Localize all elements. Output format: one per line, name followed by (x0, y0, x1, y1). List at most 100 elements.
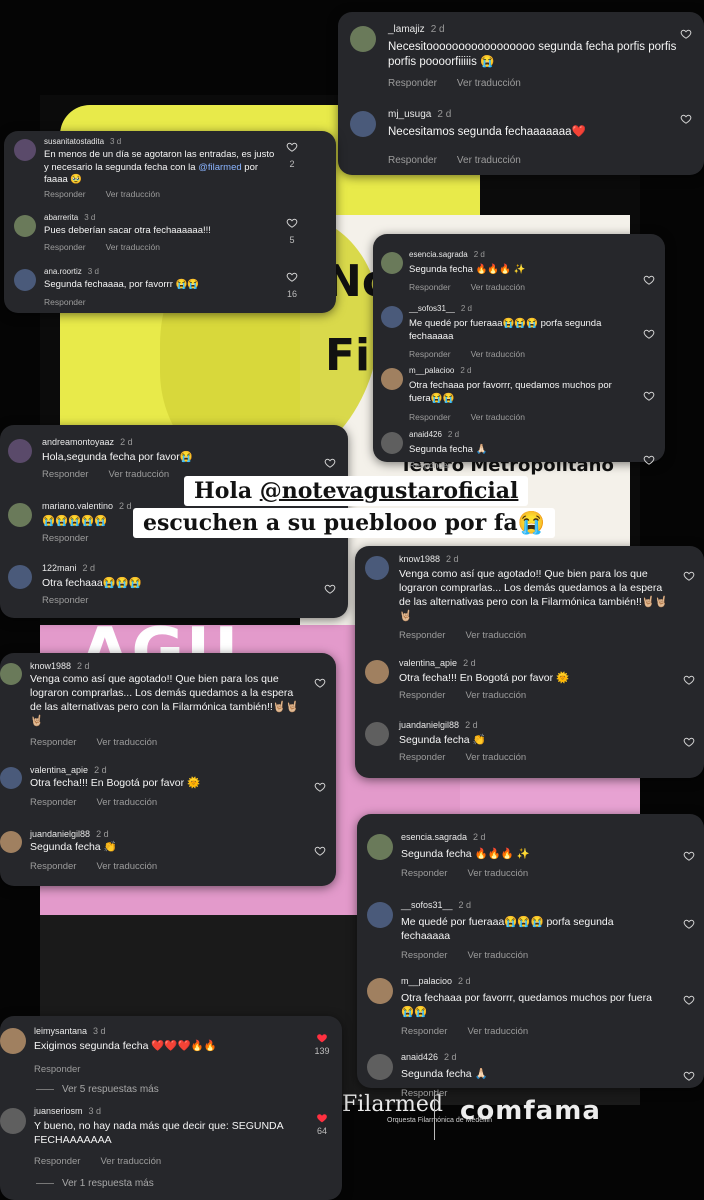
like-heart-icon[interactable] (314, 845, 326, 857)
like-heart-icon[interactable] (316, 1032, 328, 1044)
translate-button[interactable]: Ver traducción (465, 752, 526, 763)
like-heart-icon[interactable] (683, 850, 695, 862)
comment-username[interactable]: _lamajiz 2 d (388, 24, 445, 35)
like-heart-icon[interactable] (683, 736, 695, 748)
reply-button[interactable]: Responder (44, 189, 86, 199)
like-heart-icon[interactable] (324, 457, 336, 469)
username-text[interactable]: m__palacioo (401, 976, 452, 986)
like-heart-icon[interactable] (683, 570, 695, 582)
reply-button[interactable]: Responder (44, 242, 86, 252)
like-heart-icon[interactable] (683, 674, 695, 686)
avatar[interactable] (365, 556, 389, 580)
avatar[interactable] (0, 831, 22, 853)
comment-username[interactable]: __sofos31__ 2 d (401, 900, 471, 910)
avatar[interactable] (367, 902, 393, 928)
reply-button[interactable]: Responder (401, 950, 447, 961)
reply-button[interactable]: Responder (44, 297, 86, 307)
translate-button[interactable]: Ver traducción (457, 155, 521, 166)
comment-username[interactable]: m__palacioo 2 d (409, 366, 472, 375)
translate-button[interactable]: Ver traducción (96, 797, 157, 808)
avatar[interactable] (0, 663, 22, 685)
reply-button[interactable]: Responder (30, 797, 76, 808)
like-heart-icon[interactable] (314, 781, 326, 793)
comment-username[interactable]: susanitatostadita 3 d (44, 137, 121, 146)
banner-handle[interactable]: @notevagustaroficial (260, 478, 519, 504)
translate-button[interactable]: Ver traducción (471, 412, 525, 422)
reply-button[interactable]: Responder (401, 1088, 447, 1099)
avatar[interactable] (0, 1108, 26, 1134)
avatar[interactable] (381, 252, 403, 274)
reply-button[interactable]: Responder (30, 737, 76, 748)
username-text[interactable]: abarrerita (44, 213, 78, 222)
avatar[interactable] (8, 439, 32, 463)
username-text[interactable]: esencia.sagrada (401, 832, 467, 842)
reply-button[interactable]: Responder (409, 282, 451, 292)
comment-username[interactable]: juandanielgil88 2 d (399, 720, 478, 730)
view-more-replies[interactable]: Ver 1 respuesta más (36, 1178, 154, 1189)
translate-button[interactable]: Ver traducción (106, 242, 160, 252)
like-heart-icon[interactable] (680, 113, 692, 125)
comment-username[interactable]: valentina_apie 2 d (30, 765, 107, 775)
comment-username[interactable]: abarrerita 3 d (44, 213, 95, 222)
username-text[interactable]: mj_usuga (388, 109, 431, 120)
reply-button[interactable]: Responder (42, 533, 88, 544)
translate-button[interactable]: Ver traducción (471, 349, 525, 359)
username-text[interactable]: susanitatostadita (44, 137, 104, 146)
reply-button[interactable]: Responder (399, 690, 445, 701)
translate-button[interactable]: Ver traducción (106, 189, 160, 199)
avatar[interactable] (381, 432, 403, 454)
comment-username[interactable]: ana.roortiz 3 d (44, 267, 99, 276)
reply-button[interactable]: Responder (409, 349, 451, 359)
translate-button[interactable]: Ver traducción (96, 737, 157, 748)
avatar[interactable] (365, 660, 389, 684)
comment-username[interactable]: __sofos31__ 2 d (409, 304, 472, 313)
comment-username[interactable]: mariano.valentino 2 d (42, 501, 132, 511)
comment-username[interactable]: juandanielgil88 2 d (30, 829, 109, 839)
avatar[interactable] (14, 139, 36, 161)
like-heart-icon[interactable] (286, 141, 298, 153)
comment-username[interactable]: juanseriosm 3 d (34, 1106, 101, 1116)
username-text[interactable]: anaid426 (409, 430, 442, 439)
username-text[interactable]: 122mani (42, 563, 77, 573)
like-heart-icon[interactable] (324, 583, 336, 595)
reply-button[interactable]: Responder (34, 1064, 80, 1075)
like-heart-icon[interactable] (680, 28, 692, 40)
reply-button[interactable]: Responder (401, 868, 447, 879)
translate-button[interactable]: Ver traducción (465, 690, 526, 701)
translate-button[interactable]: Ver traducción (457, 78, 521, 89)
username-text[interactable]: juandanielgil88 (399, 720, 459, 730)
username-text[interactable]: ana.roortiz (44, 267, 82, 276)
comment-username[interactable]: esencia.sagrada 2 d (401, 832, 486, 842)
username-text[interactable]: mariano.valentino (42, 501, 113, 511)
like-heart-icon[interactable] (683, 1070, 695, 1082)
username-text[interactable]: anaid426 (401, 1052, 438, 1062)
like-heart-icon[interactable] (683, 994, 695, 1006)
like-heart-icon[interactable] (643, 328, 655, 340)
reply-button[interactable]: Responder (399, 630, 445, 641)
avatar[interactable] (350, 26, 376, 52)
reply-button[interactable]: Responder (399, 752, 445, 763)
username-text[interactable]: esencia.sagrada (409, 250, 468, 259)
comment-username[interactable]: 122mani 2 d (42, 563, 95, 573)
avatar[interactable] (8, 565, 32, 589)
reply-button[interactable]: Responder (388, 78, 437, 89)
avatar[interactable] (14, 215, 36, 237)
avatar[interactable] (350, 111, 376, 137)
avatar[interactable] (14, 269, 36, 291)
translate-button[interactable]: Ver traducción (471, 282, 525, 292)
translate-button[interactable]: Ver traducción (465, 630, 526, 641)
mention-link[interactable]: @filarmed (198, 162, 241, 173)
comment-username[interactable]: andreamontoyaaz 2 d (42, 437, 133, 447)
username-text[interactable]: andreamontoyaaz (42, 437, 114, 447)
comment-username[interactable]: anaid426 2 d (401, 1052, 457, 1062)
like-heart-icon[interactable] (643, 274, 655, 286)
username-text[interactable]: juanseriosm (34, 1106, 83, 1116)
username-text[interactable]: leimysantana (34, 1026, 87, 1036)
translate-button[interactable]: Ver traducción (96, 861, 157, 872)
comment-username[interactable]: know1988 2 d (399, 554, 459, 564)
username-text[interactable]: m__palacioo (409, 366, 454, 375)
comment-username[interactable]: esencia.sagrada 2 d (409, 250, 485, 259)
reply-button[interactable]: Responder (401, 1026, 447, 1037)
reply-button[interactable]: Responder (34, 1156, 80, 1167)
translate-button[interactable]: Ver traducción (467, 950, 528, 961)
